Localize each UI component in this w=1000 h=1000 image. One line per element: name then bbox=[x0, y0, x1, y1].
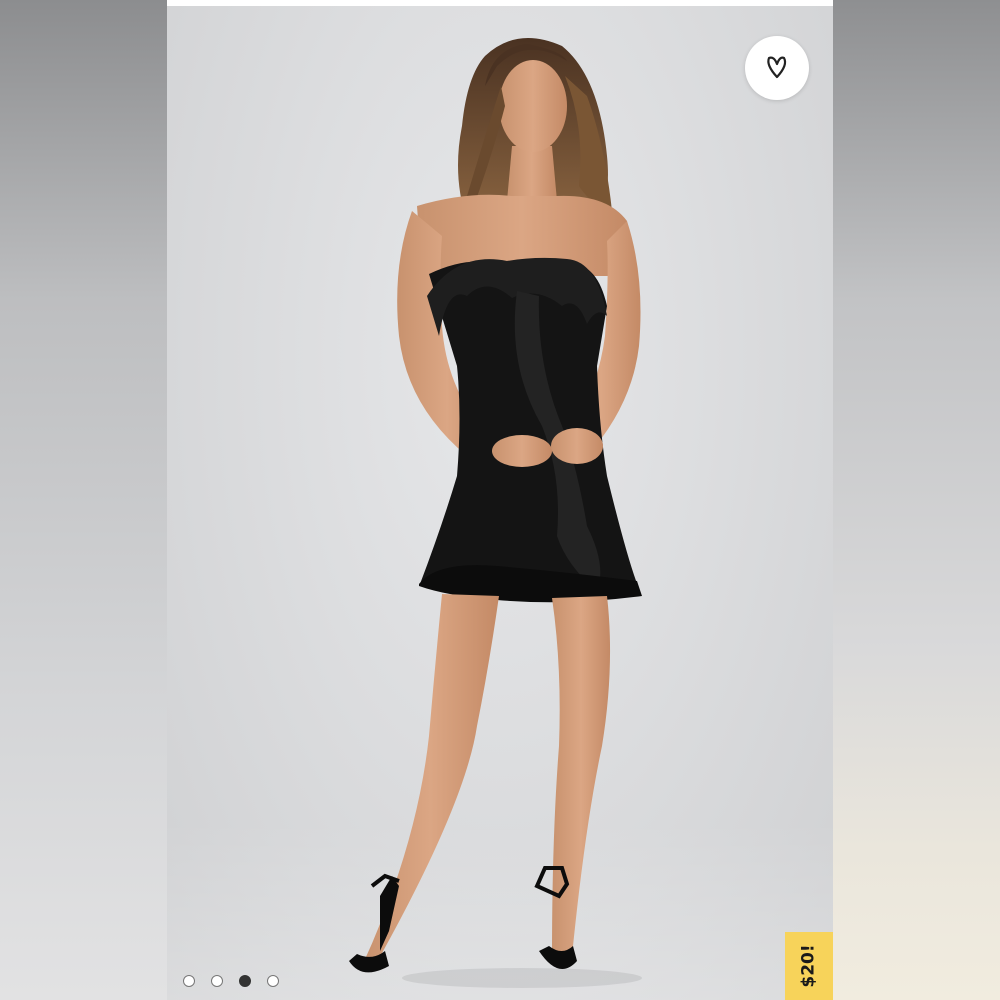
carousel-dot-3-active[interactable] bbox=[239, 975, 251, 987]
carousel-dot-2[interactable] bbox=[211, 975, 223, 987]
carousel-indicator bbox=[183, 975, 279, 987]
carousel-dot-1[interactable] bbox=[183, 975, 195, 987]
heart-icon bbox=[767, 56, 787, 79]
model-in-black-dress bbox=[349, 38, 642, 988]
carousel-dot-4[interactable] bbox=[267, 975, 279, 987]
price-tag[interactable]: $20! bbox=[785, 932, 833, 1000]
blurred-backdrop-left bbox=[0, 0, 167, 1000]
listing-image-card: $20! bbox=[167, 0, 833, 1000]
blurred-backdrop-right bbox=[833, 0, 1000, 1000]
product-photo[interactable]: $20! bbox=[167, 6, 833, 1000]
like-button[interactable] bbox=[745, 36, 809, 100]
price-tag-label: $20! bbox=[799, 944, 819, 988]
